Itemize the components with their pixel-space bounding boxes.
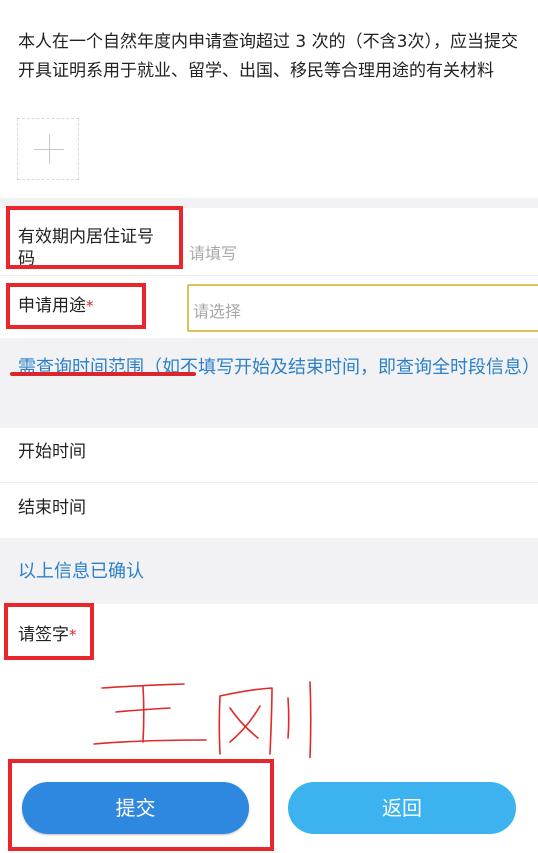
purpose-label: 申请用途* [18,295,94,317]
row-divider [0,275,538,276]
submit-button[interactable]: 提交 [22,782,249,834]
residence-permit-label: 有效期内居住证号码 [18,227,154,269]
upload-image-button[interactable] [17,118,79,180]
residence-permit-input[interactable]: 请填写 [189,240,237,264]
signature-label-text: 请签字 [18,625,69,645]
required-star: * [69,626,77,644]
confirm-header: 以上信息已确认 [0,538,538,604]
purpose-select[interactable]: 请选择 [187,284,538,332]
purpose-label-text: 申请用途 [18,296,86,316]
end-time-field[interactable]: 结束时间 [18,497,86,519]
upload-notice-text: 本人在一个自然年度内申请查询超过 3 次的（不含3次），应当提交开具证明系用于就… [18,32,518,81]
purpose-select-placeholder: 请选择 [193,302,242,321]
confirm-title: 以上信息已确认 [18,561,144,582]
signature-pad[interactable] [88,668,328,758]
signature-label: 请签字* [18,624,77,646]
required-star: * [86,297,94,315]
time-range-title: 需查询时间范围（如不填写开始及结束时间，即查询全时段信息） [18,357,538,378]
start-time-field[interactable]: 开始时间 [18,441,86,463]
section-separator [0,198,538,208]
row-divider [0,482,538,483]
back-button[interactable]: 返回 [288,782,516,834]
time-range-header: 需查询时间范围（如不填写开始及结束时间，即查询全时段信息） [0,338,538,428]
